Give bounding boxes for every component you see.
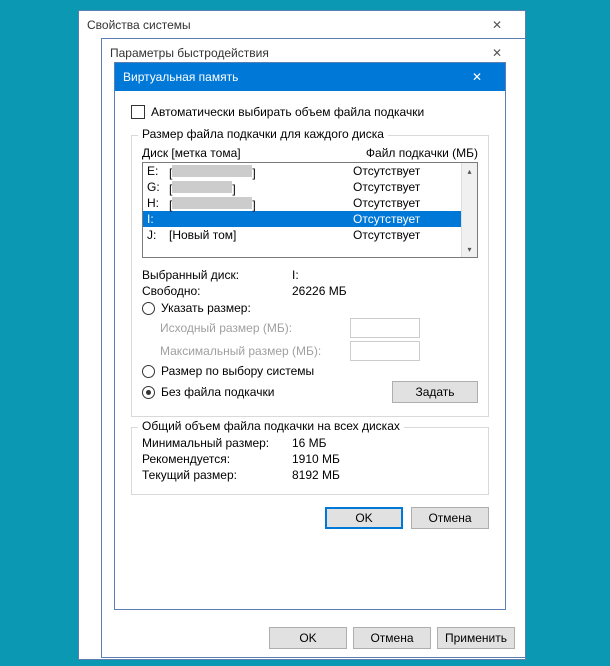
- scroll-up-icon[interactable]: ▴: [462, 163, 477, 179]
- set-button[interactable]: Задать: [392, 381, 478, 403]
- radio-no-paging-row: Без файла подкачки Задать: [142, 381, 478, 403]
- drive-label: []: [169, 163, 353, 179]
- drive-status: Отсутствует: [353, 163, 473, 179]
- auto-manage-label: Автоматически выбирать объем файла подка…: [151, 105, 424, 119]
- rec-value: 1910 МБ: [292, 452, 340, 466]
- rec-row: Рекомендуется: 1910 МБ: [142, 452, 478, 466]
- drive-status: Отсутствует: [353, 195, 473, 211]
- dialog-buttons: OK Отмена Применить: [269, 627, 515, 649]
- drive-status: Отсутствует: [353, 211, 473, 227]
- drive-letter: I:: [147, 211, 169, 227]
- max-size-label: Максимальный размер (МБ):: [160, 344, 350, 358]
- drive-letter: H:: [147, 195, 169, 211]
- initial-size-label: Исходный размер (МБ):: [160, 321, 350, 335]
- free-value: 26226 МБ: [292, 284, 347, 298]
- drive-row[interactable]: H:[]Отсутствует: [143, 195, 477, 211]
- selected-disk-value: I:: [292, 268, 299, 282]
- auto-manage-checkbox-row[interactable]: Автоматически выбирать объем файла подка…: [131, 105, 489, 119]
- window-title: Свойства системы: [87, 11, 191, 39]
- cur-row: Текущий размер: 8192 МБ: [142, 468, 478, 482]
- titlebar: Свойства системы ✕: [79, 11, 525, 39]
- free-space-row: Свободно: 26226 МБ: [142, 284, 478, 298]
- dialog-buttons: OK Отмена: [131, 507, 489, 529]
- scrollbar[interactable]: ▴ ▾: [461, 163, 477, 257]
- window-title: Виртуальная память: [123, 63, 238, 91]
- drive-label: [Новый том]: [169, 227, 353, 243]
- cancel-button[interactable]: Отмена: [411, 507, 489, 529]
- free-label: Свободно:: [142, 284, 292, 298]
- drive-list[interactable]: E:[]ОтсутствуетG:[]ОтсутствуетH:[]Отсутс…: [142, 162, 478, 258]
- checkbox-icon[interactable]: [131, 105, 145, 119]
- radio-custom-size[interactable]: Указать размер:: [142, 301, 478, 315]
- col-disk: Диск [метка тома]: [142, 146, 366, 160]
- drive-status: Отсутствует: [353, 179, 473, 195]
- drive-label: [169, 211, 353, 227]
- col-pagefile: Файл подкачки (МБ): [366, 146, 478, 160]
- cur-label: Текущий размер:: [142, 468, 292, 482]
- min-value: 16 МБ: [292, 436, 327, 450]
- drive-letter: G:: [147, 179, 169, 195]
- drive-row[interactable]: G:[]Отсутствует: [143, 179, 477, 195]
- radio-icon[interactable]: [142, 365, 155, 378]
- max-size-input[interactable]: [350, 341, 420, 361]
- initial-size-input[interactable]: [350, 318, 420, 338]
- cur-value: 8192 МБ: [292, 468, 340, 482]
- group-legend: Размер файла подкачки для каждого диска: [138, 127, 388, 141]
- ok-button[interactable]: OK: [269, 627, 347, 649]
- list-header: Диск [метка тома] Файл подкачки (МБ): [142, 146, 478, 160]
- radio-custom-label: Указать размер:: [161, 301, 251, 315]
- radio-system-managed[interactable]: Размер по выбору системы: [142, 364, 478, 378]
- initial-size-row: Исходный размер (МБ):: [160, 318, 478, 338]
- drive-label: []: [169, 195, 353, 211]
- rec-label: Рекомендуется:: [142, 452, 292, 466]
- close-icon[interactable]: ✕: [477, 11, 517, 39]
- drive-row[interactable]: I: Отсутствует: [143, 211, 477, 227]
- radio-icon[interactable]: [142, 386, 155, 399]
- ok-button[interactable]: OK: [325, 507, 403, 529]
- cancel-button[interactable]: Отмена: [353, 627, 431, 649]
- min-label: Минимальный размер:: [142, 436, 292, 450]
- max-size-row: Максимальный размер (МБ):: [160, 341, 478, 361]
- scroll-down-icon[interactable]: ▾: [462, 241, 477, 257]
- virtual-memory-window: Виртуальная память ✕ Автоматически выбир…: [114, 62, 506, 610]
- radio-no-paging[interactable]: Без файла подкачки: [142, 385, 274, 399]
- drive-status: Отсутствует: [353, 227, 473, 243]
- drive-letter: J:: [147, 227, 169, 243]
- close-icon[interactable]: ✕: [457, 63, 497, 91]
- radio-none-label: Без файла подкачки: [161, 385, 274, 399]
- titlebar: Виртуальная память ✕: [115, 63, 505, 91]
- drive-row[interactable]: E:[]Отсутствует: [143, 163, 477, 179]
- selected-disk-row: Выбранный диск: I:: [142, 268, 478, 282]
- drive-letter: E:: [147, 163, 169, 179]
- radio-icon[interactable]: [142, 302, 155, 315]
- apply-button[interactable]: Применить: [437, 627, 515, 649]
- drive-row[interactable]: J:[Новый том]Отсутствует: [143, 227, 477, 243]
- min-row: Минимальный размер: 16 МБ: [142, 436, 478, 450]
- radio-system-label: Размер по выбору системы: [161, 364, 314, 378]
- selected-disk-label: Выбранный диск:: [142, 268, 292, 282]
- drive-label: []: [169, 179, 353, 195]
- per-drive-group: Размер файла подкачки для каждого диска …: [131, 135, 489, 417]
- totals-group: Общий объем файла подкачки на всех диска…: [131, 427, 489, 495]
- group-legend: Общий объем файла подкачки на всех диска…: [138, 419, 404, 433]
